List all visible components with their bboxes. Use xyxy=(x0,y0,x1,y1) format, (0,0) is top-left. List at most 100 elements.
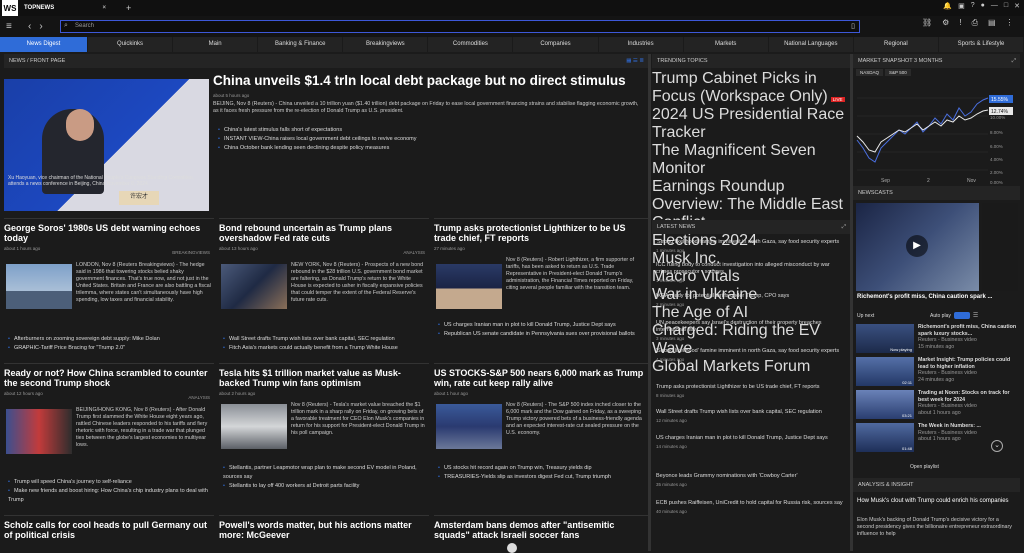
hero-headline[interactable]: China unveils $1.4 trln local debt packa… xyxy=(213,73,626,88)
video-player[interactable]: ▶ xyxy=(856,203,979,291)
maximize-icon[interactable]: □ xyxy=(1004,2,1008,10)
tab-regional[interactable]: Regional xyxy=(854,37,939,52)
latest-news-item[interactable]: 'Strong likelihood' famine imminent in n… xyxy=(652,236,850,259)
hero-related-link[interactable]: INSTANT VIEW-China raises local governme… xyxy=(218,135,417,144)
latest-news-item[interactable]: IKEA ready for potential tariffs under T… xyxy=(652,290,850,317)
x-tick: Nov xyxy=(967,178,976,184)
article-thumbnail[interactable] xyxy=(6,264,72,309)
latest-news-item[interactable]: UN peacekeepers say Israel's destruction… xyxy=(652,317,850,345)
trending-item[interactable]: 2024 US Presidential Race Tracker xyxy=(652,106,850,142)
article-thumbnail[interactable] xyxy=(436,404,502,449)
article-related-link[interactable]: GRAPHIC-Tariff Price Bracing for "Trump … xyxy=(8,344,160,353)
article-related-link[interactable]: US charges Iranian man in plot to kill D… xyxy=(438,321,646,330)
print-icon[interactable]: ⎙ xyxy=(972,18,978,28)
article-thumbnail[interactable] xyxy=(436,264,502,309)
play-icon[interactable]: ▶ xyxy=(906,235,928,257)
tab-sp500[interactable]: S&P 500 xyxy=(885,69,911,76)
article-related-link[interactable]: Wall Street drafts Trump wish lists over… xyxy=(223,335,398,344)
tab-quickinks[interactable]: Quickinks xyxy=(88,37,174,52)
open-playlist-link[interactable]: Open playlist xyxy=(910,464,939,470)
article-headline[interactable]: Powell's words matter, but his actions m… xyxy=(219,520,429,540)
article-related-link[interactable]: Make new friends and boost hiring: How C… xyxy=(8,487,214,505)
link-icon[interactable]: ⛓ xyxy=(922,18,932,28)
expand-icon[interactable]: ⤢ xyxy=(842,220,846,234)
article-related-link[interactable]: Stellantis, partner Leapmotor wrap plan … xyxy=(223,464,429,482)
trending-item[interactable]: Earnings Roundup xyxy=(652,178,850,196)
save-icon[interactable]: ▤ xyxy=(988,18,996,28)
playlist-item[interactable]: 03:21 Trading at Noon: Stocks on track fo… xyxy=(856,390,1020,421)
expand-icon[interactable]: ⤢ xyxy=(1012,54,1016,68)
article-headline[interactable]: Trump asks protectionist Lighthizer to b… xyxy=(434,223,648,243)
scroll-down-icon[interactable]: ⌄ xyxy=(991,440,1003,452)
tab-topnews[interactable]: TOPNEWS × xyxy=(24,5,106,11)
latest-news-item[interactable]: Wall Street drafts Trump wish lists over… xyxy=(652,406,850,432)
layout-icon[interactable]: ▣ xyxy=(958,2,965,10)
alert-icon[interactable]: ! xyxy=(959,18,961,28)
search-input[interactable]: ⌕ Search ▯ xyxy=(60,20,860,33)
article-headline[interactable]: Tesla hits $1 trillion market value as M… xyxy=(219,368,429,388)
article-thumbnail[interactable] xyxy=(221,404,287,449)
latest-news-item[interactable]: 'Strong likelihood' famine imminent in n… xyxy=(652,345,850,381)
latest-news-item[interactable]: Beyonce leads Grammy nominations with 'C… xyxy=(652,470,850,497)
new-tab-button[interactable]: + xyxy=(126,3,131,13)
article-related-link[interactable]: Stellantis to lay off 400 workers at Det… xyxy=(223,482,429,491)
tab-markets[interactable]: Markets xyxy=(684,37,769,52)
tab-breakingviews[interactable]: Breakingviews xyxy=(343,37,429,52)
close-window-icon[interactable]: ✕ xyxy=(1014,2,1020,10)
video-title[interactable]: Richemont's profit miss, China caution s… xyxy=(857,294,992,300)
bookmark-icon[interactable]: ▯ xyxy=(851,22,855,30)
tab-industries[interactable]: Industries xyxy=(599,37,684,52)
menu-icon[interactable]: ≡ xyxy=(6,21,20,32)
playlist-item[interactable]: 02:11 Market Insight: Trump policies coul… xyxy=(856,357,1020,388)
article-headline[interactable]: Bond rebound uncertain as Trump plans ov… xyxy=(219,223,429,243)
article-related-link[interactable]: Afterburners on zooming sovereign debt s… xyxy=(8,335,160,344)
article-headline[interactable]: Scholz calls for cool heads to pull Germ… xyxy=(4,520,214,540)
tab-national-languages[interactable]: National Languages xyxy=(769,37,854,52)
panel-divider[interactable] xyxy=(648,54,651,551)
view-toggle-icons[interactable]: ▦ ☰ ≣ xyxy=(626,54,644,68)
minimize-icon[interactable]: — xyxy=(991,2,998,10)
trending-item[interactable]: The Magnificent Seven Monitor xyxy=(652,142,850,178)
article-headline[interactable]: George Soros' 1980s US debt warning echo… xyxy=(4,223,214,243)
trending-item[interactable]: Trump Cabinet Picks in Focus (Workspace … xyxy=(652,70,850,106)
hero-related-link[interactable]: China's latest stimulus falls short of e… xyxy=(218,126,417,135)
article-related-link[interactable]: US stocks hit record again on Trump win,… xyxy=(438,464,646,473)
tab-banking-finance[interactable]: Banking & Finance xyxy=(258,37,344,52)
hero-related-link[interactable]: China October bank lending seen declinin… xyxy=(218,144,417,153)
latest-news-item[interactable]: ECB pushes Raiffeisen, UniCredit to hold… xyxy=(652,497,850,525)
article-related-link[interactable]: Fitch Asia's markets could actually bene… xyxy=(223,344,398,353)
autoplay-toggle[interactable] xyxy=(953,312,970,319)
analysis-headline[interactable]: How Musk's clout with Trump could enrich… xyxy=(857,497,1017,505)
article-body: Nov 8 (Reuters) - The S&P 500 index inch… xyxy=(506,402,642,436)
latest-news-item[interactable]: Trump asks protectionist Lighthizer to b… xyxy=(652,381,850,406)
latest-news-item[interactable]: US charges Iranian man in plot to kill D… xyxy=(652,432,850,470)
article-related-link[interactable]: TREASURIES-Yields slip as investors dige… xyxy=(438,473,646,482)
article-thumbnail[interactable] xyxy=(6,409,72,454)
market-chart[interactable]: 15.55% 12.74% 10.00% 8.00% 6.00% 4.00% 2… xyxy=(853,78,1020,186)
tab-news-digest[interactable]: News Digest xyxy=(0,37,88,52)
scroll-handle[interactable] xyxy=(507,543,517,553)
tab-companies[interactable]: Companies xyxy=(513,37,599,52)
article-related-link[interactable]: Republican US senate candidate in Pennsy… xyxy=(438,330,646,339)
notification-icon[interactable]: 🔔 xyxy=(943,2,952,10)
close-tab-icon[interactable]: × xyxy=(102,5,106,11)
article-headline[interactable]: Ready or not? How China scrambled to cou… xyxy=(4,368,214,388)
help-icon[interactable]: ? xyxy=(971,2,975,10)
tab-sports-lifestyle[interactable]: Sports & Lifestyle xyxy=(939,37,1024,52)
list-icon[interactable]: ☰ xyxy=(973,312,978,319)
back-arrow-icon[interactable]: ‹ xyxy=(28,21,31,32)
article-headline[interactable]: US STOCKS-S&P 500 nears 6,000 mark as Tr… xyxy=(434,368,648,388)
latest-news-item[interactable]: ICC ruling body to conduct investigation… xyxy=(652,259,850,290)
user-settings-icon[interactable]: ⚙ xyxy=(942,18,949,28)
article-headline[interactable]: Amsterdam bans demos after "antisemitic … xyxy=(434,520,648,540)
user-icon[interactable]: ● xyxy=(981,2,985,10)
playlist-item[interactable]: Now playing Richemont's profit miss, Chin… xyxy=(856,324,1020,355)
hero-image[interactable]: Xu Haoyuan, vice chairman of the Nationa… xyxy=(4,79,209,211)
tab-nasdaq[interactable]: NASDAQ xyxy=(856,69,884,76)
more-icon[interactable]: ⋮ xyxy=(1006,18,1014,28)
tab-commodities[interactable]: Commodities xyxy=(428,37,514,52)
forward-arrow-icon[interactable]: › xyxy=(39,21,42,32)
article-related-link[interactable]: Trump will speed China's journey to self… xyxy=(8,478,214,487)
article-thumbnail[interactable] xyxy=(221,264,287,309)
tab-main[interactable]: Main xyxy=(173,37,259,52)
